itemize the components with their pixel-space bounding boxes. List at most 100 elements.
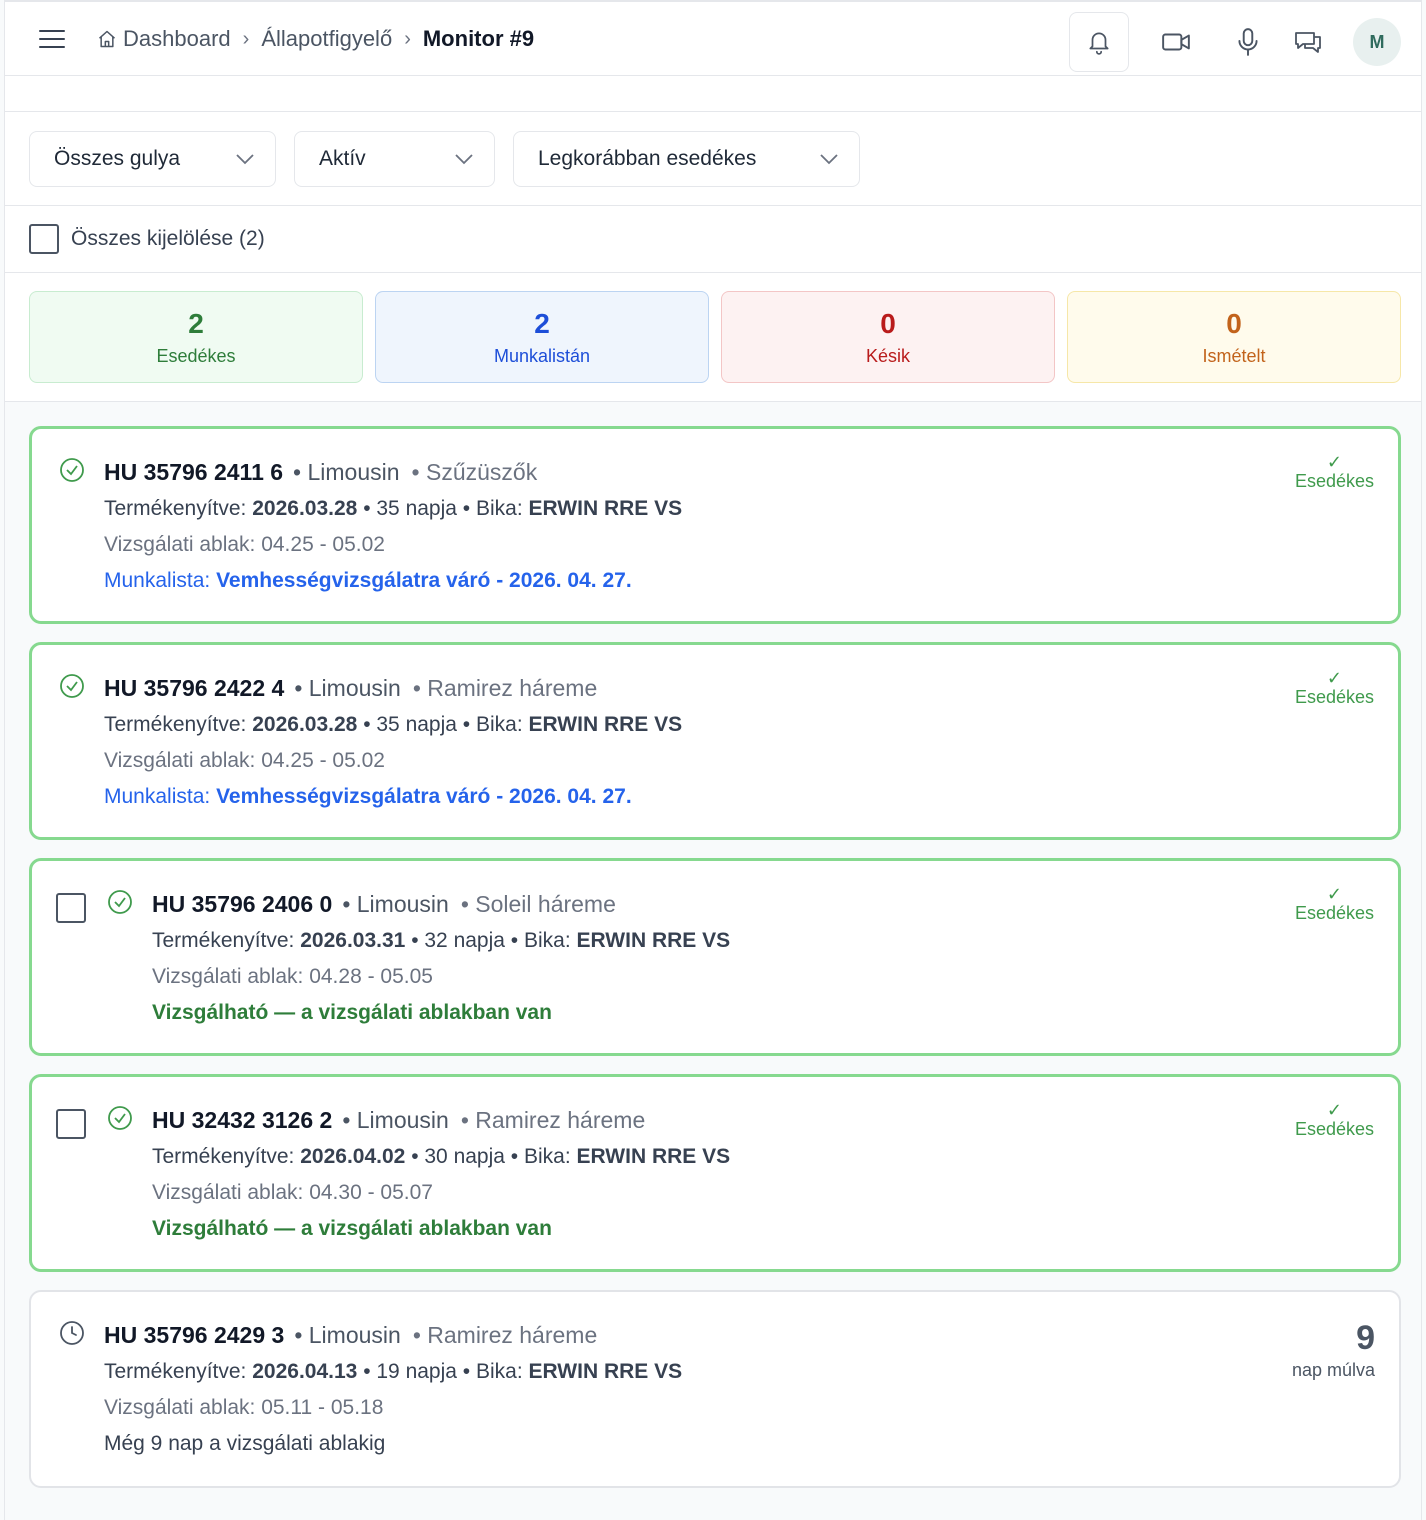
breadcrumb-current: Monitor #9: [422, 26, 535, 51]
status-badge: ✓ Esedékes: [1295, 1101, 1374, 1140]
menu-icon[interactable]: [39, 30, 65, 50]
insemination-date: 2026.03.31: [300, 929, 406, 952]
exam-window: Vizsgálati ablak: 04.28 - 05.05: [152, 965, 433, 988]
check-icon: ✓: [1326, 1100, 1343, 1120]
status-filter-select[interactable]: Aktív: [294, 131, 495, 187]
chevron-down-icon: [455, 154, 473, 165]
animal-card[interactable]: HU 35796 2422 4 • Limousin • Ramirez hárem…: [29, 642, 1401, 840]
insemination-label: Termékenyítve:: [104, 713, 247, 736]
chat-bubbles-icon: [1295, 32, 1321, 53]
card-content: HU 35796 2406 0 • Limousin • Soleil háreme…: [152, 889, 730, 1027]
insemination-date: 2026.04.13: [252, 1360, 358, 1383]
check-circle-icon: [60, 458, 84, 482]
animal-card[interactable]: HU 35796 2406 0 • Limousin • Soleil háreme…: [29, 858, 1401, 1056]
worklist-link[interactable]: Vemhességvizsgálatra váró - 2026. 04. 27…: [216, 785, 632, 808]
days-since: • 30 napja • Bika:: [411, 1145, 571, 1168]
chevron-right-icon: ›: [242, 27, 250, 50]
worklist-label: Munkalista:: [104, 785, 211, 808]
card-content: HU 35796 2411 6 • Limousin • Szűzüszők Ter…: [104, 457, 682, 595]
notifications-button[interactable]: [1069, 12, 1129, 72]
exam-status-note: Még 9 nap a vizsgálati ablakig: [104, 1432, 386, 1455]
status-badge: ✓ Esedékes: [1295, 669, 1374, 708]
status-filter-value: Aktív: [319, 147, 366, 170]
chat-button[interactable]: [1278, 12, 1338, 72]
breadcrumb-status-monitor[interactable]: Állapotfigyelő: [261, 26, 392, 52]
stat-worklist[interactable]: 2 Munkalistán: [375, 291, 709, 383]
countdown-label: nap múlva: [1291, 1360, 1375, 1380]
divider: [5, 272, 1421, 273]
stat-label: Munkalistán: [493, 345, 591, 366]
chevron-down-icon: [236, 154, 254, 165]
animal-group: • Soleil háreme: [460, 891, 616, 917]
filter-bar: Összes gulya Aktív Legkorábban esedékes: [29, 131, 860, 187]
breadcrumb: Dashboard › Állapotfigyelő › Monitor #9: [97, 26, 534, 52]
animal-id: HU 35796 2422 4: [104, 675, 285, 701]
user-avatar[interactable]: M: [1353, 18, 1401, 66]
animal-group: • Ramirez háreme: [460, 1107, 646, 1133]
select-all-checkbox[interactable]: [29, 224, 59, 254]
stat-repeated[interactable]: 0 Ismételt: [1067, 291, 1401, 383]
exam-status-note: Vizsgálható — a vizsgálati ablakban van: [152, 1001, 552, 1024]
card-content: HU 35796 2422 4 • Limousin • Ramirez hárem…: [104, 673, 682, 811]
herd-filter-value: Összes gulya: [54, 147, 181, 170]
insemination-date: 2026.04.02: [300, 1145, 406, 1168]
animal-group: • Ramirez háreme: [412, 675, 598, 701]
insemination-date: 2026.03.28: [252, 713, 358, 736]
check-icon: ✓: [1326, 884, 1343, 904]
animal-card[interactable]: HU 35796 2429 3 • Limousin • Ramirez hárem…: [29, 1290, 1401, 1488]
bell-icon: [1089, 32, 1109, 55]
chevron-right-icon: ›: [404, 27, 411, 50]
stat-value: 0: [880, 307, 896, 339]
herd-filter-select[interactable]: Összes gulya: [29, 131, 276, 187]
check-circle-icon: [60, 674, 84, 698]
header-substrip: [5, 76, 1421, 112]
animal-group: • Szűzüszők: [411, 459, 538, 485]
video-button[interactable]: [1146, 12, 1206, 72]
status-badge: ✓ Esedékes: [1295, 885, 1374, 924]
animal-card[interactable]: HU 32432 3126 2 • Limousin • Ramirez hárem…: [29, 1074, 1401, 1272]
days-since: • 35 napja • Bika:: [363, 713, 523, 736]
breadcrumb-dashboard[interactable]: Dashboard: [123, 26, 231, 52]
top-header: Dashboard › Állapotfigyelő › Monitor #9 …: [5, 0, 1421, 76]
divider: [5, 205, 1421, 206]
animal-breed: • Limousin: [342, 1107, 449, 1133]
check-circle-icon: [108, 1106, 132, 1130]
worklist-link[interactable]: Vemhességvizsgálatra váró - 2026. 04. 27…: [216, 569, 632, 592]
video-camera-icon: [1162, 33, 1190, 51]
countdown: 9 nap múlva: [1292, 1318, 1375, 1381]
countdown-value: 9: [1356, 1319, 1375, 1357]
exam-status-note: Vizsgálható — a vizsgálati ablakban van: [152, 1217, 552, 1240]
row-checkbox[interactable]: [56, 893, 86, 923]
stat-value: 2: [534, 307, 550, 339]
insemination-label: Termékenyítve:: [152, 1145, 295, 1168]
animal-group: • Ramirez háreme: [412, 1322, 598, 1348]
sort-select[interactable]: Legkorábban esedékes: [513, 131, 860, 187]
insemination-label: Termékenyítve:: [104, 497, 247, 520]
app-frame: Dashboard › Állapotfigyelő › Monitor #9 …: [4, 0, 1422, 1520]
animal-breed: • Limousin: [342, 891, 449, 917]
exam-window: Vizsgálati ablak: 04.30 - 05.07: [152, 1181, 433, 1204]
stat-late[interactable]: 0 Késik: [721, 291, 1055, 383]
stat-value: 2: [188, 307, 204, 339]
row-checkbox[interactable]: [56, 1109, 86, 1139]
animal-id: HU 35796 2429 3: [104, 1322, 285, 1348]
insemination-date: 2026.03.28: [252, 497, 358, 520]
microphone-button[interactable]: [1218, 12, 1278, 72]
sort-value: Legkorábban esedékes: [538, 147, 757, 170]
bull-name: ERWIN RRE VS: [576, 1145, 731, 1168]
stats-row: 2 Esedékes 2 Munkalistán 0 Késik 0 Ismét…: [29, 291, 1401, 383]
status-badge-label: Esedékes: [1294, 903, 1374, 923]
clock-icon: [60, 1321, 84, 1345]
stat-due[interactable]: 2 Esedékes: [29, 291, 363, 383]
status-badge: ✓ Esedékes: [1295, 453, 1374, 492]
check-icon: ✓: [1326, 668, 1343, 688]
exam-window: Vizsgálati ablak: 04.25 - 05.02: [104, 749, 385, 772]
status-badge-label: Esedékes: [1294, 471, 1374, 491]
worklist-label: Munkalista:: [104, 569, 211, 592]
bull-name: ERWIN RRE VS: [528, 1360, 683, 1383]
exam-window: Vizsgálati ablak: 04.25 - 05.02: [104, 533, 385, 556]
stat-label: Ismételt: [1202, 345, 1266, 366]
insemination-label: Termékenyítve:: [152, 929, 295, 952]
animal-card[interactable]: HU 35796 2411 6 • Limousin • Szűzüszők Ter…: [29, 426, 1401, 624]
animal-breed: • Limousin: [294, 675, 401, 701]
